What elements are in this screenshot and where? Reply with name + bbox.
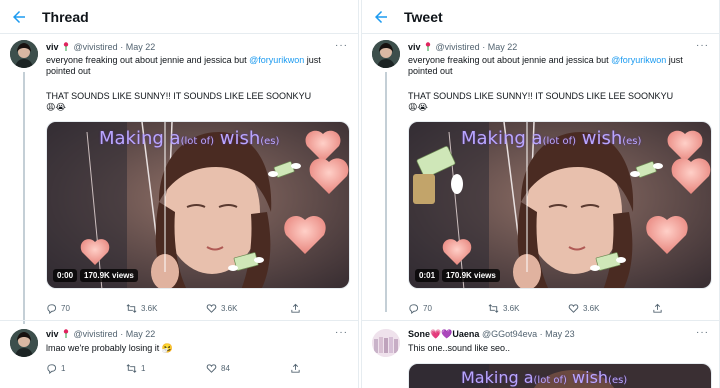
heart-icon xyxy=(206,304,217,313)
display-name[interactable]: viv xyxy=(46,42,59,52)
thread-line xyxy=(385,72,387,312)
share-button[interactable] xyxy=(290,363,301,374)
thread-line xyxy=(23,72,25,324)
share-button[interactable] xyxy=(652,303,663,314)
retweet-icon xyxy=(488,304,499,313)
back-arrow-icon[interactable] xyxy=(372,8,390,26)
share-button[interactable] xyxy=(290,303,301,314)
avatar[interactable] xyxy=(10,329,38,357)
retweet-icon xyxy=(126,304,137,313)
more-options-icon[interactable]: ··· xyxy=(335,40,348,51)
tweet-meta: viv @vivistired · May 22 xyxy=(408,42,518,52)
like-button[interactable]: 3.6K xyxy=(568,303,599,314)
tweet-meta: Sone💗💜Uaena @GGot94eva · May 23 xyxy=(408,329,575,339)
tweet-actions: 70 3.6K 3.6K xyxy=(408,303,698,317)
mention-link[interactable]: @foryurikwon xyxy=(611,55,666,65)
tweet-actions: 1 1 84 xyxy=(46,363,336,377)
reply-button[interactable]: 70 xyxy=(408,303,432,314)
tweet-date[interactable]: May 22 xyxy=(488,42,518,52)
retweet-icon xyxy=(126,364,137,373)
video-info: 0:00 170.9K views xyxy=(53,269,138,282)
retweet-button[interactable]: 3.6K xyxy=(126,303,157,314)
reply-icon xyxy=(47,304,57,314)
tweet-text: everyone freaking out about jennie and j… xyxy=(408,55,683,76)
tweet[interactable]: viv @vivistired · May 22 ··· everyone fr… xyxy=(0,34,358,324)
rose-emoji-icon xyxy=(63,329,69,338)
video-overlay-text: Making a(lot of) wish(es) xyxy=(461,128,642,149)
display-name[interactable]: viv xyxy=(46,329,59,339)
video-player[interactable]: Making a(lot of) wish(es) 0:00 170.9K vi… xyxy=(46,121,350,289)
display-name[interactable]: viv xyxy=(408,42,421,52)
reply-icon xyxy=(47,364,57,374)
video-info: 0:01 170.9K views xyxy=(415,269,500,282)
tweet-emoji: 😩😭 xyxy=(46,102,66,112)
like-button[interactable]: 84 xyxy=(206,363,230,374)
tweet-date[interactable]: May 22 xyxy=(126,329,156,339)
tweet-text: This one..sound like seo.. xyxy=(408,343,511,353)
like-button[interactable]: 3.6K xyxy=(206,303,237,314)
tweet-text-line2: THAT SOUNDS LIKE SUNNY!! IT SOUNDS LIKE … xyxy=(408,91,674,101)
tweet-meta: viv @vivistired · May 22 xyxy=(46,42,156,52)
reply-button[interactable]: 70 xyxy=(46,303,70,314)
share-icon xyxy=(291,363,300,373)
view-count: 170.9K views xyxy=(442,269,500,282)
tweet[interactable]: viv @vivistired · May 22 ··· lmao we're … xyxy=(0,320,358,388)
tweet-text: everyone freaking out about jennie and j… xyxy=(46,55,321,76)
share-icon xyxy=(291,303,300,313)
view-count: 170.9K views xyxy=(80,269,138,282)
display-name[interactable]: Sone💗💜Uaena xyxy=(408,329,479,339)
heart-icon xyxy=(568,304,579,313)
video-time: 0:01 xyxy=(415,269,440,282)
avatar[interactable] xyxy=(372,329,400,357)
tweet-date[interactable]: May 22 xyxy=(126,42,156,52)
tweet-emoji: 😩😭 xyxy=(408,102,428,112)
tweet-actions: 70 3.6K 3.6K xyxy=(46,303,336,317)
tweet-date[interactable]: May 23 xyxy=(545,329,575,339)
tweet-panel: Tweet viv @vivistired · May 22 ··· every… xyxy=(361,0,720,388)
reply-icon xyxy=(409,304,419,314)
retweet-button[interactable]: 1 xyxy=(126,363,145,374)
tweet[interactable]: viv @vivistired · May 22 ··· everyone fr… xyxy=(362,34,719,320)
tweet-text: lmao we're probably losing it 🤧 xyxy=(46,343,173,353)
handle[interactable]: @vivistired xyxy=(74,42,118,52)
tweet-text-line2: THAT SOUNDS LIKE SUNNY!! IT SOUNDS LIKE … xyxy=(46,91,312,101)
tweet[interactable]: Sone💗💜Uaena @GGot94eva · May 23 ··· This… xyxy=(362,320,719,388)
tweet-meta: viv @vivistired · May 22 xyxy=(46,329,156,339)
video-overlay-text: Making a(lot of) wish(es) xyxy=(99,128,280,149)
more-options-icon[interactable]: ··· xyxy=(696,40,709,51)
thread-header: Thread xyxy=(0,0,358,34)
handle[interactable]: @vivistired xyxy=(436,42,480,52)
avatar[interactable] xyxy=(10,40,38,68)
rose-emoji-icon xyxy=(425,42,431,51)
avatar[interactable] xyxy=(372,40,400,68)
back-arrow-icon[interactable] xyxy=(10,8,28,26)
reply-button[interactable]: 1 xyxy=(46,363,65,374)
video-player[interactable]: Making a(lot of) wish(es) 0:01 170.9K vi… xyxy=(408,121,712,289)
tweet-header: Tweet xyxy=(362,0,719,34)
video-player[interactable]: Making a(lot of) wish(es) xyxy=(408,363,712,388)
header-title: Tweet xyxy=(404,9,443,25)
video-time: 0:00 xyxy=(53,269,78,282)
mention-link[interactable]: @foryurikwon xyxy=(249,55,304,65)
retweet-button[interactable]: 3.6K xyxy=(488,303,519,314)
header-title: Thread xyxy=(42,9,89,25)
video-overlay-text: Making a(lot of) wish(es) xyxy=(461,368,628,387)
rose-emoji-icon xyxy=(63,42,69,51)
share-icon xyxy=(653,303,662,313)
handle[interactable]: @vivistired xyxy=(74,329,118,339)
more-options-icon[interactable]: ··· xyxy=(335,327,348,338)
handle[interactable]: @GGot94eva xyxy=(482,329,537,339)
thread-panel: Thread viv @vivistired · May 22 ··· ever… xyxy=(0,0,359,388)
heart-icon xyxy=(206,364,217,373)
more-options-icon[interactable]: ··· xyxy=(696,327,709,338)
